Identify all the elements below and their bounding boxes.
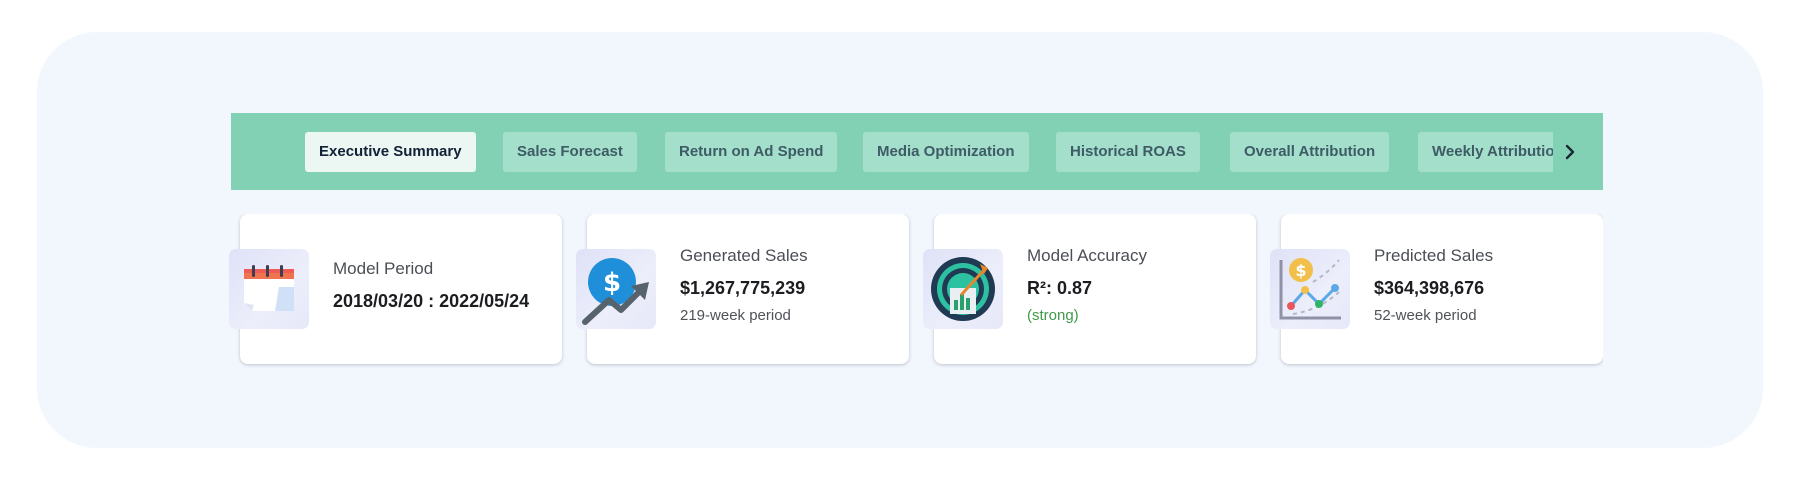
summary-cards: Model Period 2018/03/20 : 2022/05/24 $ G… [227, 214, 1603, 370]
card-subtext: 219-week period [680, 307, 791, 324]
card-value: 2018/03/20 : 2022/05/24 [333, 291, 530, 311]
tab-weekly-attribution[interactable]: Weekly Attributio [1418, 132, 1553, 172]
card-label: Model Accuracy [1027, 246, 1147, 265]
chevron-right-icon [1565, 144, 1575, 160]
card-value: $1,267,775,239 [680, 278, 806, 298]
card-subtext: (strong) [1027, 307, 1079, 324]
tab-executive-summary[interactable]: Executive Summary [305, 132, 476, 172]
tab-sales-forecast[interactable]: Sales Forecast [503, 132, 637, 172]
tab-scroll-right-button[interactable] [1555, 137, 1585, 167]
dollar-growth-icon: $ [576, 249, 656, 329]
tab-overall-attribution[interactable]: Overall Attribution [1230, 132, 1390, 172]
tabs-viewport: Executive Summary Sales Forecast Return … [231, 113, 1553, 190]
card-label: Generated Sales [680, 246, 808, 265]
tab-return-on-ad-spend[interactable]: Return on Ad Spend [665, 132, 838, 172]
card-label: Model Period [333, 259, 434, 278]
card-value: $364,398,676 [1374, 278, 1485, 298]
tab-media-optimization[interactable]: Media Optimization [863, 132, 1029, 172]
tab-historical-roas[interactable]: Historical ROAS [1056, 132, 1200, 172]
calendar-icon [229, 249, 309, 329]
card-label: Predicted Sales [1374, 246, 1494, 265]
svg-text:$: $ [603, 268, 621, 298]
prediction-chart-icon: $ [1270, 249, 1350, 329]
card-subtext: 52-week period [1374, 307, 1477, 324]
svg-text:$: $ [1295, 261, 1306, 280]
tab-bar: Executive Summary Sales Forecast Return … [231, 113, 1603, 190]
target-chart-icon [923, 249, 1003, 329]
card-value: R²: 0.87 [1027, 278, 1093, 298]
